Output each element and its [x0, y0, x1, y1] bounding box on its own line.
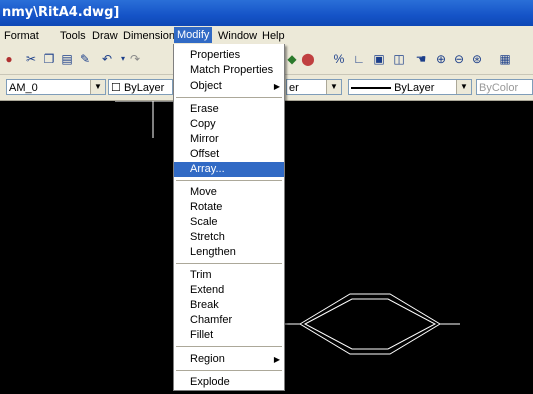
zoom-icon[interactable]: ⊖: [452, 52, 466, 66]
layer-icon[interactable]: ◆: [285, 52, 299, 66]
menu-item-mirror[interactable]: Mirror: [174, 132, 284, 147]
menu-window[interactable]: Window: [218, 29, 257, 43]
layer-value: AM_0: [9, 82, 38, 94]
linetype-combo[interactable]: ByLayer ▼: [348, 79, 472, 95]
chevron-down-icon[interactable]: ▼: [456, 80, 471, 94]
window-icon[interactable]: ▣: [372, 52, 386, 66]
chevron-down-icon[interactable]: ▼: [90, 80, 105, 94]
menu-item-scale[interactable]: Scale: [174, 215, 284, 230]
menu-item-move[interactable]: Move: [174, 185, 284, 200]
menu-item-lengthen[interactable]: Lengthen: [174, 245, 284, 260]
menu-item-label: Explode: [190, 376, 230, 388]
menu-dimension[interactable]: Dimension: [123, 29, 175, 43]
linetype-sample-icon: [351, 87, 391, 90]
menu-item-object[interactable]: Object ▶: [174, 79, 284, 94]
match-properties-icon[interactable]: ✎: [78, 52, 92, 66]
chevron-down-icon[interactable]: ▼: [326, 80, 341, 94]
zoom-previous-icon[interactable]: ⊛: [470, 52, 484, 66]
menu-item-break[interactable]: Break: [174, 298, 284, 313]
menu-item-label: Mirror: [190, 133, 219, 145]
submenu-arrow-icon: ▶: [273, 355, 280, 364]
snap-icon[interactable]: %: [332, 52, 346, 66]
menu-item-fillet[interactable]: Fillet: [174, 328, 284, 343]
menu-modify[interactable]: Modify: [174, 27, 213, 43]
modify-menu: Properties Match Properties Object ▶ Eras…: [173, 44, 285, 391]
title-bar: nmy\RitA4.dwg]: [0, 0, 533, 26]
paste-icon[interactable]: ▤: [60, 52, 74, 66]
menu-item-erase[interactable]: Erase: [174, 102, 284, 117]
menu-item-properties[interactable]: Properties: [174, 48, 284, 63]
menu-item-label: Stretch: [190, 231, 225, 243]
menu-separator: [176, 263, 282, 264]
menu-bar: Format Tools Draw Dimension Modify Windo…: [0, 26, 533, 44]
drawing-shape-inner: [303, 298, 437, 350]
menu-item-label: Offset: [190, 148, 220, 160]
color-swatch-icon: ☐: [111, 82, 121, 94]
lineweight-value: ByColor: [479, 82, 519, 94]
plot-preview-icon[interactable]: ●: [2, 52, 16, 66]
menu-item-rotate[interactable]: Rotate: [174, 200, 284, 215]
menu-item-match-properties[interactable]: Match Properties: [174, 63, 284, 78]
designcenter-icon[interactable]: ⬤: [301, 52, 315, 66]
ucs-icon[interactable]: ∟: [352, 52, 366, 66]
menu-item-label: Object: [190, 80, 222, 92]
menu-item-copy[interactable]: Copy: [174, 117, 284, 132]
zoom-realtime-icon[interactable]: ⊕: [434, 52, 448, 66]
menu-separator: [176, 346, 282, 347]
layer-combo[interactable]: AM_0 ▼: [6, 79, 106, 95]
menu-item-extend[interactable]: Extend: [174, 283, 284, 298]
properties-icon[interactable]: ▦: [498, 52, 512, 66]
zoom-window-icon[interactable]: ◫: [392, 52, 406, 66]
layer-combo-2[interactable]: er ▼: [286, 79, 342, 95]
menu-item-label: Trim: [190, 269, 212, 281]
menu-item-label: Region: [190, 353, 225, 365]
menu-item-label: Array...: [190, 163, 225, 175]
color-value: ByLayer: [123, 82, 165, 94]
menu-item-label: Chamfer: [190, 314, 233, 326]
menu-separator: [176, 180, 282, 181]
menu-item-label: Erase: [190, 103, 219, 115]
menu-item-label: Properties: [190, 49, 241, 61]
menu-tools[interactable]: Tools: [60, 29, 86, 43]
menu-item-label: Lengthen: [190, 246, 236, 258]
menu-item-offset[interactable]: Offset: [174, 147, 284, 162]
menu-item-label: Extend: [190, 284, 225, 296]
cut-icon[interactable]: ✂: [24, 52, 38, 66]
redo-icon[interactable]: ↷: [128, 52, 142, 66]
pan-icon[interactable]: ☚: [414, 52, 428, 66]
color-combo[interactable]: ☐ ByLayer: [108, 79, 173, 95]
linetype-value: ByLayer: [394, 82, 435, 94]
drawing-shape-outer: [299, 293, 441, 355]
layer2-value: er: [289, 82, 299, 94]
copy-icon[interactable]: ❐: [42, 52, 56, 66]
menu-help[interactable]: Help: [262, 29, 285, 43]
menu-item-label: Scale: [190, 216, 218, 228]
menu-item-label: Copy: [190, 118, 216, 130]
menu-item-label: Break: [190, 299, 219, 311]
menu-draw[interactable]: Draw: [92, 29, 118, 43]
menu-item-trim[interactable]: Trim: [174, 268, 284, 283]
menu-item-chamfer[interactable]: Chamfer: [174, 313, 284, 328]
menu-item-label: Fillet: [190, 329, 214, 341]
menu-format[interactable]: Format: [4, 29, 39, 43]
menu-separator: [176, 97, 282, 98]
lineweight-combo[interactable]: ByColor: [476, 79, 533, 95]
undo-icon[interactable]: ↶: [100, 52, 114, 66]
window-title: nmy\RitA4.dwg]: [2, 5, 120, 20]
menu-item-stretch[interactable]: Stretch: [174, 230, 284, 245]
menu-item-label: Match Properties: [190, 64, 274, 76]
menu-item-region[interactable]: Region ▶: [174, 352, 284, 367]
menu-item-label: Rotate: [190, 201, 223, 213]
menu-item-explode[interactable]: Explode: [174, 375, 284, 390]
menu-item-label: Move: [190, 186, 217, 198]
submenu-arrow-icon: ▶: [273, 82, 280, 91]
menu-item-array[interactable]: Array...: [174, 162, 284, 177]
menu-separator: [176, 370, 282, 371]
